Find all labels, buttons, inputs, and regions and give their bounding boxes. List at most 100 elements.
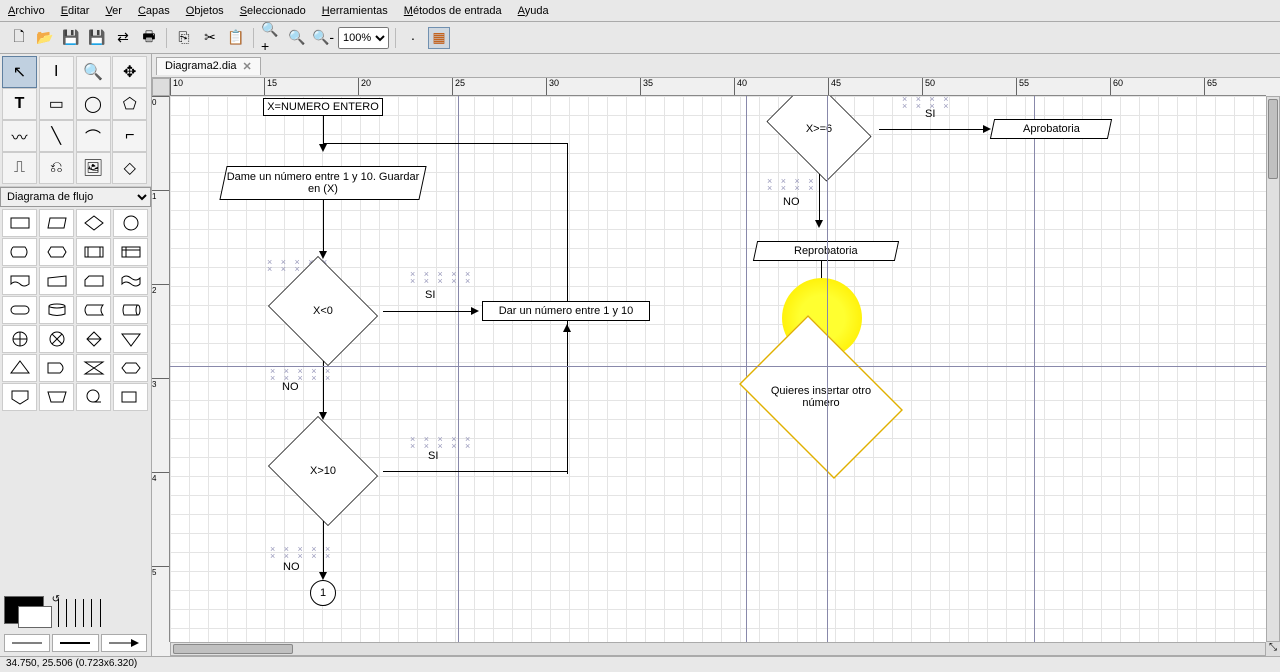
diagram-canvas[interactable]: X=NUMERO ENTERO Dame un número entre 1 y… [170,96,1266,642]
menu-archivo[interactable]: Archivo [8,5,45,17]
ruler-corner [152,78,170,96]
paste-icon[interactable]: 📋 [225,27,247,49]
node-decision-repeat[interactable]: Quieres insertar otro número [726,328,916,466]
shape-manualop[interactable] [39,383,74,411]
shape-process[interactable] [2,209,37,237]
shape-merge[interactable] [113,325,148,353]
shape-loop[interactable] [113,354,148,382]
shape-sum[interactable] [39,325,74,353]
status-bar: 34.750, 25.506 (0.723x6.320) [0,656,1280,672]
shape-sort[interactable] [76,325,111,353]
shape-datasource[interactable] [113,383,148,411]
beziergon-tool-icon[interactable]: ⎌ [39,152,74,184]
line-style-picker[interactable] [52,634,98,652]
menu-objetos[interactable]: Objetos [186,5,224,17]
pan-tool-icon[interactable]: ✥ [112,56,147,88]
node-var-declare[interactable]: X=NUMERO ENTERO [263,98,383,116]
shape-delay[interactable] [39,354,74,382]
grid-toggle-icon[interactable]: ▦ [428,27,450,49]
outline-tool-icon[interactable]: ◇ [112,152,147,184]
shape-directdata[interactable] [113,296,148,324]
line-width-picker[interactable] [4,634,50,652]
zoom-select[interactable]: 100% [338,27,389,49]
box-tool-icon[interactable]: ▭ [39,88,74,120]
shape-decision[interactable] [76,209,111,237]
menu-metodos[interactable]: Métodos de entrada [404,5,502,17]
node-decision-ge6[interactable]: X>=6 [759,96,879,174]
bezier-tool-icon[interactable]: 〰 [2,120,37,152]
ruler-vertical: 012345 [152,96,170,642]
save-as-icon[interactable]: 💾 [86,27,108,49]
pattern-picker[interactable] [58,599,108,627]
label-no-1: NO [282,381,299,393]
shape-offpage[interactable] [2,383,37,411]
text-tool-icon[interactable]: I [39,56,74,88]
tab-close-icon[interactable]: ✕ [243,60,252,73]
shape-or[interactable] [2,325,37,353]
shape-internal[interactable] [113,238,148,266]
node-input-prompt[interactable]: Dame un número entre 1 y 10. Guardar en … [219,166,426,200]
node-reinput[interactable]: Dar un número entre 1 y 10 [482,301,650,321]
shape-magtape[interactable] [76,383,111,411]
shape-display[interactable] [2,238,37,266]
ellipse-tool-icon[interactable]: ◯ [76,88,111,120]
node-connector-1[interactable]: 1 [310,580,336,606]
label-si-1: SI [425,289,435,301]
menu-seleccionado[interactable]: Seleccionado [240,5,306,17]
arrow-style-picker[interactable] [101,634,147,652]
scrollbar-horizontal[interactable] [170,642,1266,656]
shape-predefined[interactable] [76,238,111,266]
new-file-icon[interactable]: 🗋 [8,27,30,49]
document-tab[interactable]: Diagrama2.dia ✕ [156,57,261,75]
shape-collate[interactable] [76,354,111,382]
shape-connector[interactable] [113,209,148,237]
tab-label: Diagrama2.dia [165,60,237,72]
magnify-tool-icon[interactable]: 🔍 [76,56,111,88]
node-decision-gt10[interactable]: X>10 [263,421,383,521]
scrollbar-vertical[interactable] [1266,96,1280,642]
node-decision-neg[interactable]: X<0 [263,261,383,361]
print-icon[interactable]: 🖶 [138,27,160,49]
snap-icon[interactable]: · [402,27,424,49]
textbox-tool-icon[interactable]: T [2,88,37,120]
pointer-tool-icon[interactable]: ↖ [2,56,37,88]
polygon-tool-icon[interactable]: ⬠ [112,88,147,120]
zoom-actual-icon[interactable]: 🔍 [286,27,308,49]
shape-extract[interactable] [2,354,37,382]
shape-tape[interactable] [113,267,148,295]
canvas-area: Diagrama2.dia ✕ 101520253035404550556065… [152,54,1280,656]
shape-preparation[interactable] [39,238,74,266]
shape-magdisk[interactable] [39,296,74,324]
menu-bar: Archivo Editar Ver Capas Objetos Selecci… [0,0,1280,22]
polyline-tool-icon[interactable]: ⎍ [2,152,37,184]
node-aprobatoria[interactable]: Aprobatoria [990,119,1112,139]
shape-terminal[interactable] [2,296,37,324]
menu-herramientas[interactable]: Herramientas [322,5,388,17]
bg-color-swatch[interactable] [18,606,52,628]
menu-ver[interactable]: Ver [105,5,122,17]
menu-capas[interactable]: Capas [138,5,170,17]
zoom-in-icon[interactable]: 🔍+ [260,27,282,49]
scroll-corner: ⤡ [1266,642,1280,656]
menu-ayuda[interactable]: Ayuda [518,5,549,17]
node-reprobatoria[interactable]: Reprobatoria [753,241,899,261]
copy-icon[interactable]: ⎘ [173,27,195,49]
cursor-guide-v [827,96,828,642]
shape-storeddata[interactable] [76,296,111,324]
swap-colors-icon[interactable]: ↺ [52,594,60,605]
shape-io[interactable] [39,209,74,237]
open-file-icon[interactable]: 📂 [34,27,56,49]
shape-manual[interactable] [39,267,74,295]
export-icon[interactable]: ⇄ [112,27,134,49]
line-tool-icon[interactable]: ╲ [39,120,74,152]
cut-icon[interactable]: ✂ [199,27,221,49]
image-tool-icon[interactable]: 🖼 [76,152,111,184]
shapeset-select[interactable]: Diagrama de flujo [0,187,151,207]
save-icon[interactable]: 💾 [60,27,82,49]
arc-tool-icon[interactable]: ⌒ [76,120,111,152]
menu-editar[interactable]: Editar [61,5,90,17]
zigzag-tool-icon[interactable]: ⌐ [112,120,147,152]
shape-card[interactable] [76,267,111,295]
shape-document[interactable] [2,267,37,295]
zoom-out-icon[interactable]: 🔍- [312,27,334,49]
